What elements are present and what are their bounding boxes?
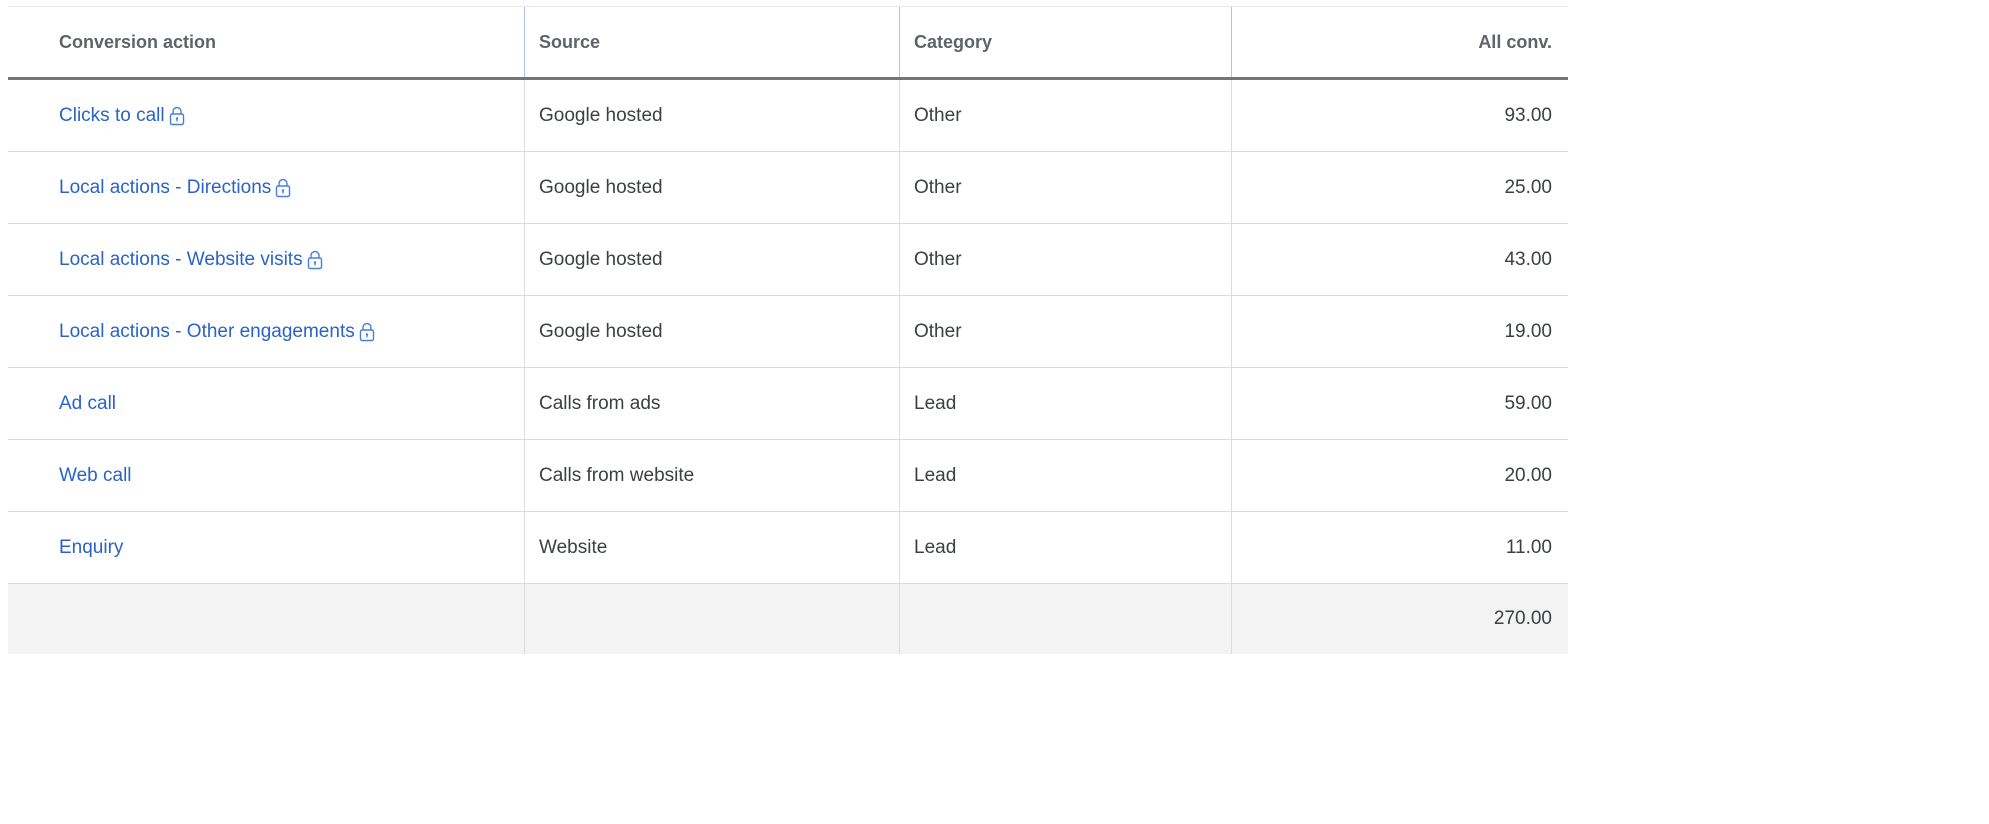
conversion-action-cell: Enquiry — [8, 512, 525, 583]
lock-icon — [359, 322, 375, 342]
lock-icon — [307, 250, 323, 270]
total-empty-cell — [8, 584, 525, 654]
category-cell: Other — [900, 80, 1232, 151]
conversion-action-cell: Web call — [8, 440, 525, 511]
source-cell: Calls from ads — [525, 368, 900, 439]
conversion-action-cell: Local actions - Website visits — [8, 224, 525, 295]
category-cell: Lead — [900, 512, 1232, 583]
conversion-action-link[interactable]: Ad call — [59, 393, 116, 415]
lock-icon — [169, 106, 185, 126]
table-row: Enquiry Website Lead 11.00 — [8, 512, 1568, 584]
table-row: Local actions - Directions Google hosted… — [8, 152, 1568, 224]
conversion-action-cell: Local actions - Directions — [8, 152, 525, 223]
conversion-action-link[interactable]: Local actions - Directions — [59, 177, 271, 199]
total-all-conv-cell: 270.00 — [1493, 608, 1552, 629]
source-cell: Calls from website — [525, 440, 900, 511]
conversion-action-link[interactable]: Web call — [59, 465, 132, 487]
conversion-action-cell: Local actions - Other engagements — [8, 296, 525, 367]
category-cell: Other — [900, 152, 1232, 223]
conversion-action-link[interactable]: Local actions - Website visits — [59, 249, 303, 271]
source-cell: Website — [525, 512, 900, 583]
table-row: Web call Calls from website Lead 20.00 — [8, 440, 1568, 512]
total-row: 270.00 — [8, 584, 1568, 654]
total-empty-cell — [900, 584, 1232, 654]
all-conv-cell: 11.00 — [1505, 536, 1552, 558]
source-cell: Google hosted — [525, 296, 900, 367]
total-empty-cell — [525, 584, 900, 654]
lock-icon — [275, 178, 291, 198]
category-cell: Lead — [900, 440, 1232, 511]
conversion-action-link[interactable]: Clicks to call — [59, 105, 165, 127]
source-cell: Google hosted — [525, 152, 900, 223]
conversion-action-cell: Ad call — [8, 368, 525, 439]
conversions-table: Conversion action Source Category All co… — [8, 6, 1568, 654]
category-cell: Other — [900, 224, 1232, 295]
source-cell: Google hosted — [525, 80, 900, 151]
table-header: Conversion action Source Category All co… — [8, 7, 1568, 80]
table-row: Local actions - Website visits Google ho… — [8, 224, 1568, 296]
table-row: Ad call Calls from ads Lead 59.00 — [8, 368, 1568, 440]
all-conv-cell: 25.00 — [1504, 176, 1552, 198]
column-header-category[interactable]: Category — [900, 7, 1232, 77]
all-conv-cell: 93.00 — [1504, 104, 1552, 126]
table-row: Clicks to call Google hosted Other 93.00 — [8, 80, 1568, 152]
all-conv-cell: 43.00 — [1504, 248, 1552, 270]
category-cell: Lead — [900, 368, 1232, 439]
conversion-action-cell: Clicks to call — [8, 80, 525, 151]
conversion-action-link[interactable]: Local actions - Other engagements — [59, 321, 355, 343]
column-header-conversion-action[interactable]: Conversion action — [8, 7, 525, 77]
conversion-action-link[interactable]: Enquiry — [59, 537, 123, 559]
column-header-all-conv[interactable]: All conv. — [1232, 7, 1568, 77]
all-conv-cell: 59.00 — [1504, 392, 1552, 414]
all-conv-cell: 19.00 — [1504, 320, 1552, 342]
category-cell: Other — [900, 296, 1232, 367]
table-row: Local actions - Other engagements Google… — [8, 296, 1568, 368]
column-header-source[interactable]: Source — [525, 7, 900, 77]
source-cell: Google hosted — [525, 224, 900, 295]
all-conv-cell: 20.00 — [1504, 464, 1552, 486]
